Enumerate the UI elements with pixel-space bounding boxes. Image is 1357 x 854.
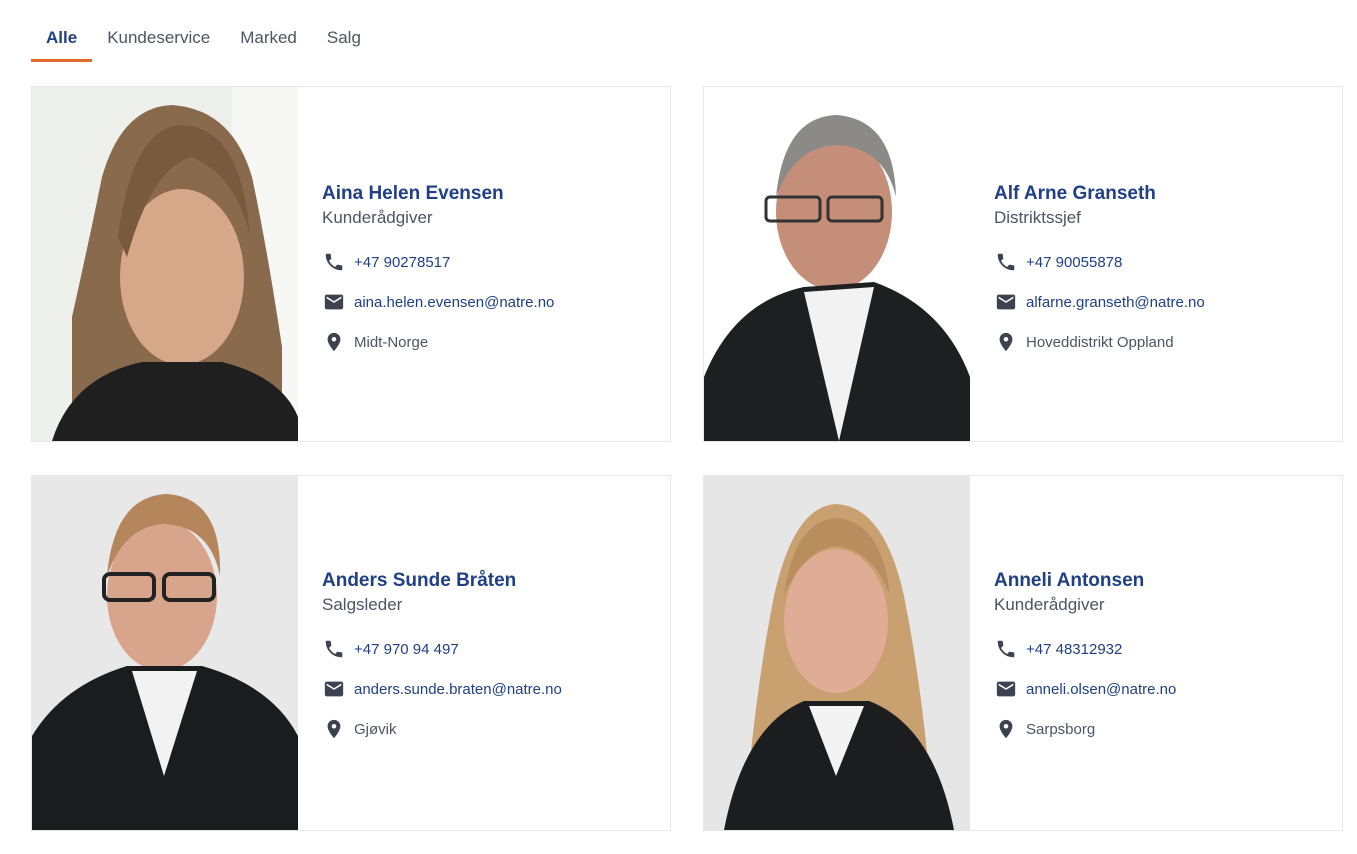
location-row: Hoveddistrikt Oppland bbox=[994, 322, 1334, 362]
location-pin-icon bbox=[322, 717, 346, 741]
employee-card: Anneli Antonsen Kunderådgiver +47 483129… bbox=[703, 475, 1343, 831]
phone-link[interactable]: +47 48312932 bbox=[1026, 641, 1122, 658]
location-row: Gjøvik bbox=[322, 709, 662, 749]
email-link[interactable]: aina.helen.evensen@natre.no bbox=[354, 294, 554, 311]
email-row: anneli.olsen@natre.no bbox=[994, 669, 1334, 709]
location-pin-icon bbox=[994, 717, 1018, 741]
phone-row: +47 90055878 bbox=[994, 242, 1334, 282]
phone-link[interactable]: +47 90055878 bbox=[1026, 254, 1122, 271]
employee-name: Anders Sunde Bråten bbox=[322, 570, 517, 591]
employee-title: Salgsleder bbox=[322, 595, 403, 614]
location-text: Gjøvik bbox=[354, 720, 397, 738]
location-pin-icon bbox=[322, 330, 346, 354]
employee-name: Alf Arne Granseth bbox=[994, 183, 1156, 204]
tab-kundeservice[interactable]: Kundeservice bbox=[92, 20, 225, 62]
mail-icon bbox=[994, 290, 1018, 314]
filter-tabs: Alle Kundeservice Marked Salg bbox=[31, 20, 376, 62]
employee-card: Alf Arne Granseth Distriktssjef +47 9005… bbox=[703, 86, 1343, 442]
phone-row: +47 970 94 497 bbox=[322, 629, 662, 669]
tab-salg[interactable]: Salg bbox=[312, 20, 376, 62]
employee-title: Distriktssjef bbox=[994, 208, 1081, 227]
mail-icon bbox=[994, 677, 1018, 701]
mail-icon bbox=[322, 677, 346, 701]
phone-row: +47 90278517 bbox=[322, 242, 662, 282]
phone-icon bbox=[322, 637, 346, 661]
phone-icon bbox=[994, 250, 1018, 274]
mail-icon bbox=[322, 290, 346, 314]
employee-photo bbox=[704, 87, 970, 441]
tab-marked[interactable]: Marked bbox=[225, 20, 312, 62]
location-row: Sarpsborg bbox=[994, 709, 1334, 749]
email-link[interactable]: alfarne.granseth@natre.no bbox=[1026, 294, 1205, 311]
email-link[interactable]: anneli.olsen@natre.no bbox=[1026, 681, 1176, 698]
phone-icon bbox=[322, 250, 346, 274]
phone-row: +47 48312932 bbox=[994, 629, 1334, 669]
location-text: Midt-Norge bbox=[354, 333, 429, 351]
employee-name: Anneli Antonsen bbox=[994, 570, 1145, 591]
email-row: anders.sunde.braten@natre.no bbox=[322, 669, 662, 709]
location-row: Midt-Norge bbox=[322, 322, 662, 362]
email-row: alfarne.granseth@natre.no bbox=[994, 282, 1334, 322]
employee-card: Aina Helen Evensen Kunderådgiver +47 902… bbox=[31, 86, 671, 442]
employee-photo bbox=[32, 87, 298, 441]
phone-link[interactable]: +47 90278517 bbox=[354, 254, 450, 271]
employee-card: Anders Sunde Bråten Salgsleder +47 970 9… bbox=[31, 475, 671, 831]
phone-icon bbox=[994, 637, 1018, 661]
email-row: aina.helen.evensen@natre.no bbox=[322, 282, 662, 322]
tab-alle[interactable]: Alle bbox=[31, 20, 93, 62]
employee-title: Kunderådgiver bbox=[994, 595, 1105, 614]
location-pin-icon bbox=[994, 330, 1018, 354]
email-link[interactable]: anders.sunde.braten@natre.no bbox=[354, 681, 562, 698]
location-text: Hoveddistrikt Oppland bbox=[1026, 333, 1174, 351]
employee-photo bbox=[704, 476, 970, 830]
employee-title: Kunderådgiver bbox=[322, 208, 433, 227]
location-text: Sarpsborg bbox=[1026, 720, 1096, 738]
employee-photo bbox=[32, 476, 298, 830]
employee-name: Aina Helen Evensen bbox=[322, 183, 504, 204]
phone-link[interactable]: +47 970 94 497 bbox=[354, 641, 459, 658]
